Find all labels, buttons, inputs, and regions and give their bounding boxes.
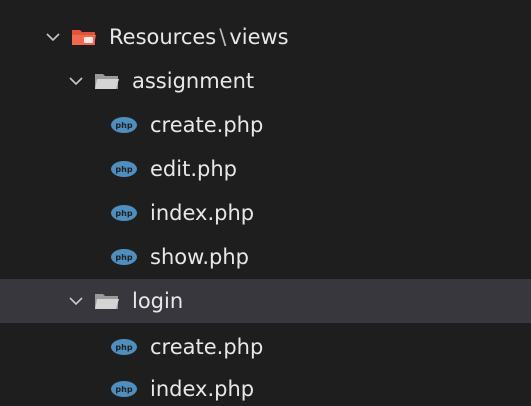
tree-item-folder-login[interactable]: login [0, 279, 531, 323]
php-icon: php [111, 249, 137, 265]
svg-text:php: php [115, 121, 132, 130]
root-subpath: views [229, 24, 289, 49]
php-icon: php [111, 339, 137, 355]
php-icon: php [111, 205, 137, 221]
svg-text:php: php [115, 165, 132, 174]
file-explorer-tree: Resources \ views assignment php create.ph… [0, 0, 531, 406]
folder-icon [95, 74, 119, 89]
chevron-down-icon[interactable] [45, 29, 61, 45]
chevron-down-icon[interactable] [68, 73, 84, 89]
file-label: index.php [150, 376, 255, 401]
svg-text:php: php [115, 253, 132, 262]
svg-text:php: php [115, 343, 132, 352]
file-label: create.php [150, 334, 264, 359]
tree-item-folder-assignment[interactable]: assignment [0, 59, 531, 103]
tree-item-file[interactable]: php create.php [0, 103, 531, 147]
file-label: show.php [150, 244, 249, 269]
folder-label: login [132, 288, 184, 313]
tree-item-resources-views[interactable]: Resources \ views [0, 15, 531, 59]
svg-text:php: php [115, 209, 132, 218]
folder-label: assignment [132, 68, 255, 93]
resources-folder-icon [72, 30, 96, 45]
php-icon: php [111, 161, 137, 177]
tree-item-file[interactable]: php index.php [0, 367, 531, 406]
file-label: create.php [150, 112, 264, 137]
file-label: edit.php [150, 156, 237, 181]
folder-icon [95, 294, 119, 309]
tree-item-label: Resources \ views [109, 24, 289, 49]
tree-item-file[interactable]: php show.php [0, 235, 531, 279]
svg-text:php: php [115, 385, 132, 394]
tree-item-file[interactable]: php create.php [0, 325, 531, 369]
file-label: index.php [150, 200, 255, 225]
php-icon: php [111, 117, 137, 133]
chevron-down-icon[interactable] [68, 293, 84, 309]
php-icon: php [111, 381, 137, 397]
tree-item-file[interactable]: php index.php [0, 191, 531, 235]
tree-item-file[interactable]: php edit.php [0, 147, 531, 191]
path-separator: \ [219, 24, 227, 49]
root-folder-name: Resources [109, 24, 217, 49]
